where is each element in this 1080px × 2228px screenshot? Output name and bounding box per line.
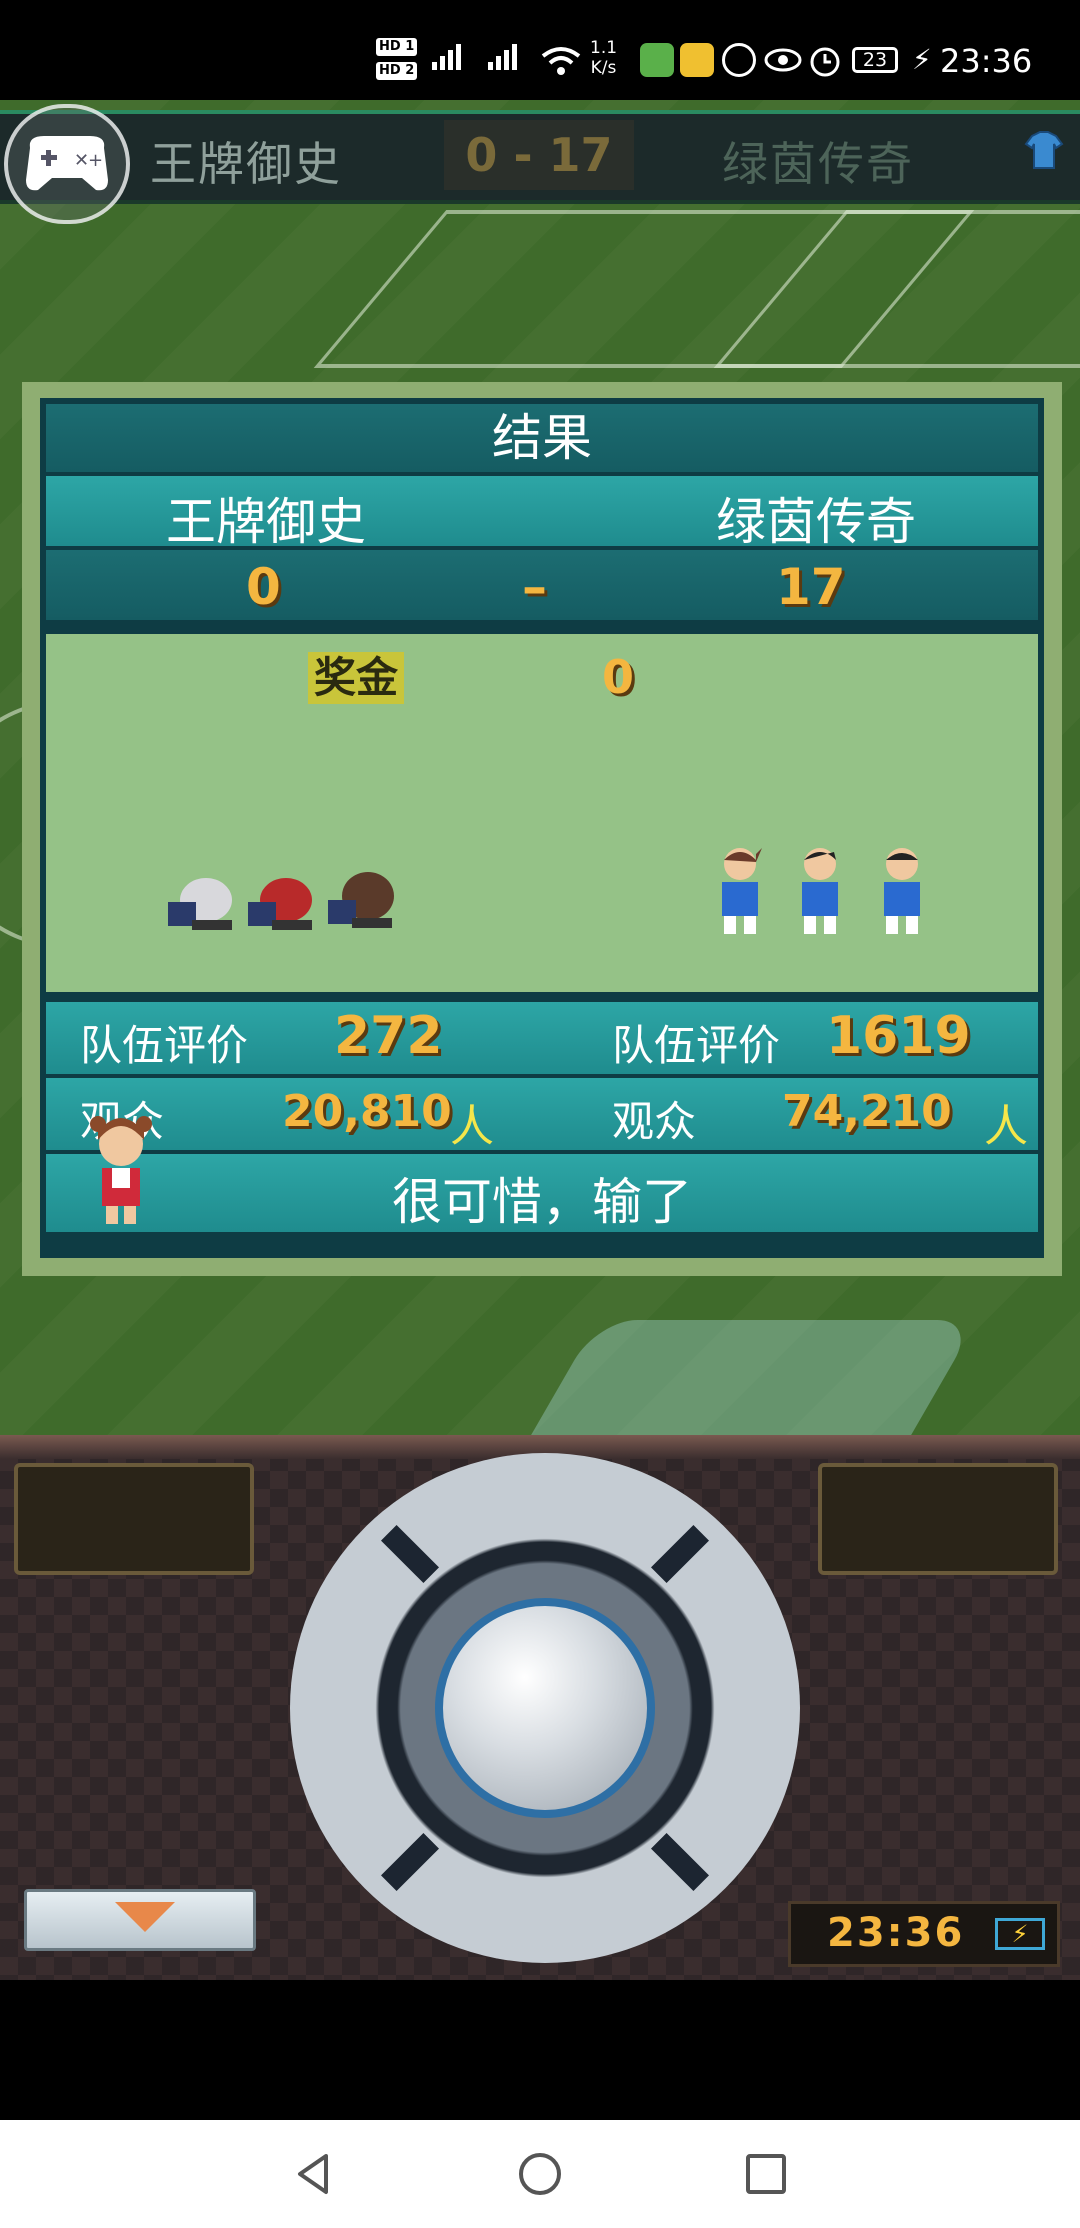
reward-area: 奖金 0 <box>46 634 1038 992</box>
dpad-divider <box>381 1525 439 1583</box>
result-home-team: 王牌御史 <box>166 493 366 551</box>
away-rating-value: 1619 <box>826 1006 971 1066</box>
sim2-badge: HD 2 <box>376 62 418 80</box>
result-score-row: 0 – 17 <box>46 550 1038 620</box>
signal-1-icon <box>432 44 461 70</box>
dpad-divider <box>651 1833 709 1891</box>
message-row: 很可惜，输了 <box>46 1116 1038 1232</box>
result-dialog-inner: 结果 王牌御史 绿茵传奇 0 – 17 奖金 0 队伍评价 272 队伍评价 1… <box>40 398 1044 1258</box>
result-score-dash: – <box>522 558 547 616</box>
home-audience-unit: 人 <box>450 1101 494 1152</box>
scoreboard-score: 0 - 17 <box>465 128 613 182</box>
virtual-controller: 23:36 ⚡ <box>0 1435 1080 1980</box>
charging-icon: ⚡ <box>912 43 932 76</box>
controller-clock-text: 23:36 <box>827 1910 965 1956</box>
app-game-icon <box>640 43 674 77</box>
status-time: 23:36 <box>940 42 1033 80</box>
result-home-score: 0 <box>246 558 281 616</box>
scoreboard-home-team: 王牌御史 <box>150 137 342 191</box>
dpad-divider <box>381 1833 439 1891</box>
battery-indicator: 23 <box>852 47 898 73</box>
away-audience-unit: 人 <box>984 1101 1028 1152</box>
svg-text:✕: ✕ <box>74 150 89 171</box>
audience-row: 观众 20,810 人 观众 74,210 人 <box>46 1078 1038 1152</box>
dugout <box>522 1320 978 1435</box>
scoreboard-away-team: 绿茵传奇 <box>722 137 914 191</box>
dpad-center-button[interactable] <box>435 1598 655 1818</box>
result-message: 很可惜，输了 <box>392 1173 692 1231</box>
away-rating-label: 队伍评价 <box>612 1021 781 1070</box>
shirt-icon[interactable] <box>1024 130 1064 170</box>
eye-icon <box>764 48 802 72</box>
away-player-sprite <box>722 848 762 934</box>
menu-toggle-button[interactable] <box>24 1889 256 1951</box>
away-player-sprite <box>884 848 920 934</box>
signal-2-icon <box>488 44 517 70</box>
sim1-badge: HD 1 <box>376 38 418 56</box>
right-shoulder-button[interactable] <box>818 1463 1058 1575</box>
status-bar: HD 1 HD 2 1.1 K/s 23 ⚡ 23:36 <box>0 0 1080 100</box>
scoreboard: 王牌御史 0 - 17 绿茵传奇 <box>0 110 1080 204</box>
home-player-sprite <box>328 872 394 928</box>
home-rating-value: 272 <box>334 1006 443 1066</box>
home-audience-value: 20,810 <box>282 1086 452 1137</box>
down-arrow-icon <box>115 1902 175 1932</box>
network-speed: 1.1 K/s <box>590 38 618 78</box>
navigation-bar <box>0 2120 1080 2228</box>
game-view[interactable]: 王牌御史 0 - 17 绿茵传奇 ✕ + 结果 王牌御史 绿茵传奇 0 – 17… <box>0 100 1080 1435</box>
hand-icon <box>722 43 756 77</box>
result-dialog: 结果 王牌御史 绿茵传奇 0 – 17 奖金 0 队伍评价 272 队伍评价 1… <box>22 382 1062 1276</box>
controller-clock: 23:36 ⚡ <box>788 1901 1060 1967</box>
gamepad-button[interactable]: ✕ + <box>4 104 130 224</box>
prize-value: 0 <box>602 650 635 704</box>
home-player-sprite <box>168 878 232 930</box>
gamepad-icon: ✕ + <box>26 136 108 191</box>
scoreboard-score-box: 0 - 17 <box>444 120 634 190</box>
alarm-icon <box>810 47 840 77</box>
recents-square-icon[interactable] <box>742 2150 790 2198</box>
home-rating-label: 队伍评价 <box>80 1021 249 1070</box>
left-shoulder-button[interactable] <box>14 1463 254 1575</box>
home-circle-icon[interactable] <box>516 2150 564 2198</box>
away-audience-label: 观众 <box>612 1097 697 1146</box>
weibo-icon <box>680 43 714 77</box>
wifi-icon <box>541 47 581 75</box>
result-away-team: 绿茵传奇 <box>716 493 916 551</box>
result-title-row: 结果 <box>46 404 1038 472</box>
dpad[interactable] <box>290 1453 800 1963</box>
svg-text:+: + <box>88 150 103 171</box>
prize-label: 奖金 <box>308 652 405 704</box>
away-audience-value: 74,210 <box>782 1086 952 1137</box>
result-away-score: 17 <box>776 558 846 616</box>
result-title: 结果 <box>492 409 592 467</box>
letterbox-strip <box>0 1980 1080 2120</box>
rating-row: 队伍评价 272 队伍评价 1619 <box>46 1002 1038 1074</box>
result-teams-row: 王牌御史 绿茵传奇 <box>46 476 1038 551</box>
back-triangle-icon[interactable] <box>290 2150 338 2198</box>
dpad-divider <box>651 1525 709 1583</box>
manager-girl-sprite <box>90 1116 152 1224</box>
battery-charging-icon: ⚡ <box>995 1918 1045 1950</box>
away-player-sprite <box>802 848 838 934</box>
home-player-sprite <box>248 878 312 930</box>
